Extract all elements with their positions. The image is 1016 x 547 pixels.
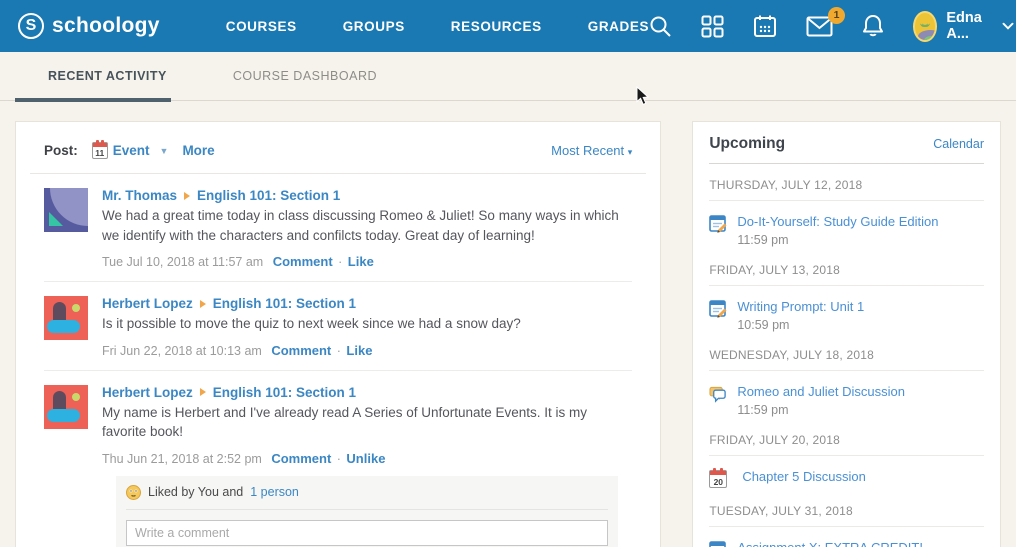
date-header: FRIDAY, JULY 20, 2018 [709,419,984,456]
breadcrumb-arrow-icon [184,191,191,200]
event-title-link[interactable]: Assignment X: EXTRA CREDIT! [737,540,923,547]
date-header: WEDNESDAY, JULY 18, 2018 [709,334,984,371]
event-time: 11:59 pm [737,233,789,247]
event-title-link[interactable]: Romeo and Juliet Discussion [737,384,905,399]
breadcrumb-arrow-icon [199,299,206,308]
breadcrumb-arrow-icon [199,388,206,397]
date-header: FRIDAY, JULY 13, 2018 [709,249,984,286]
post-label: Post: [44,143,78,158]
search-icon[interactable] [649,15,672,38]
liked-by-count-link[interactable]: 1 person [250,485,299,499]
event-title-link[interactable]: Do-It-Yourself: Study Guide Edition [737,214,938,229]
post-text: Is it possible to move the quiz to next … [102,316,521,332]
like-link[interactable]: Like [348,254,374,269]
author-link[interactable]: Herbert Lopez [102,296,193,311]
feed-post: Herbert Lopez English 101: Section 1 My … [44,371,632,547]
post-event-link[interactable]: Event [113,143,150,158]
event-title-link[interactable]: Writing Prompt: Unit 1 [737,299,864,314]
date-header: TUESDAY, JULY 31, 2018 [709,490,984,527]
post-text: My name is Herbert and I've already read… [102,404,588,440]
calendar-link[interactable]: Calendar [933,137,984,151]
messages-badge: 1 [828,6,846,24]
active-tab-indicator [15,98,171,102]
tab-recent-activity[interactable]: RECENT ACTIVITY [15,52,200,100]
like-link[interactable]: Like [346,343,372,358]
author-link[interactable]: Mr. Thomas [102,188,177,203]
post-timestamp: Tue Jul 10, 2018 at 11:57 am [102,255,264,270]
schoology-s-icon: S [18,13,44,39]
event-time: 10:59 pm [737,318,790,332]
nav-item-grades[interactable]: GRADES [588,19,649,34]
assignment-icon [709,300,727,318]
post-more-link[interactable]: More [182,143,214,158]
upcoming-event: Assignment X: EXTRA CREDIT! [709,527,984,547]
comment-link[interactable]: Comment [271,451,331,466]
calendar-icon[interactable] [753,14,777,38]
brand-name: schoology [52,14,160,37]
chevron-down-icon [1002,22,1014,30]
author-avatar[interactable] [44,384,88,429]
tab-bar: RECENT ACTIVITY COURSE DASHBOARD [0,52,1016,102]
comment-section: Liked by You and 1 person [116,475,619,547]
author-link[interactable]: Herbert Lopez [102,385,193,400]
user-name: Edna A... [946,10,982,42]
top-navbar: S schoology COURSES GROUPS RESOURCES GRA… [0,0,1016,52]
calendar-day-icon: 20 [709,468,728,488]
upcoming-event: Do-It-Yourself: Study Guide Edition 11:5… [709,201,984,249]
apps-grid-icon[interactable] [701,15,724,38]
upcoming-title: Upcoming [709,135,786,152]
date-header: THURSDAY, JULY 12, 2018 [709,164,984,201]
event-calendar-icon: 11 [91,140,108,159]
course-link[interactable]: English 101: Section 1 [213,385,356,400]
upcoming-event: Romeo and Juliet Discussion 11:59 pm [709,371,984,419]
nav-item-groups[interactable]: GROUPS [343,19,405,34]
event-dropdown-caret[interactable]: ▼ [160,146,169,156]
post-text: We had a great time today in class discu… [102,208,619,243]
unlike-link[interactable]: Unlike [346,451,385,466]
event-title-link[interactable]: Chapter 5 Discussion [742,469,866,484]
feed-post: Mr. Thomas English 101: Section 1 We had… [44,174,633,283]
assignment-alert-icon [709,541,727,547]
primary-nav: COURSES GROUPS RESOURCES GRADES [226,19,649,34]
upcoming-event: 20 Chapter 5 Discussion [709,456,984,490]
assignment-icon [709,215,727,233]
tab-course-dashboard[interactable]: COURSE DASHBOARD [200,52,410,100]
author-avatar[interactable] [44,188,88,232]
nav-item-resources[interactable]: RESOURCES [451,19,542,34]
user-menu[interactable]: Edna A... [913,10,1014,42]
schoology-logo[interactable]: S schoology [18,13,160,39]
liked-by-text: Liked by You and [148,485,244,500]
recent-activity-feed: Post: 11 Event ▼ More Most Recent ▾ Mr. … [15,121,662,547]
user-avatar [913,10,938,42]
sort-selector[interactable]: Most Recent ▾ [551,143,632,158]
course-link[interactable]: English 101: Section 1 [197,188,340,203]
upcoming-event: Writing Prompt: Unit 1 10:59 pm [709,286,984,334]
write-comment-input[interactable] [126,519,609,546]
emoji-face-icon [126,484,141,500]
feed-post: Herbert Lopez English 101: Section 1 Is … [44,282,633,371]
post-timestamp: Fri Jun 22, 2018 at 10:13 am [102,343,262,358]
comment-link[interactable]: Comment [273,254,333,269]
event-time: 11:59 pm [737,403,789,417]
post-composer-bar: Post: 11 Event ▼ More Most Recent ▾ [30,135,647,174]
messages-icon[interactable]: 1 [806,6,846,37]
course-link[interactable]: English 101: Section 1 [213,296,356,311]
author-avatar[interactable] [44,296,88,341]
nav-item-courses[interactable]: COURSES [226,19,297,34]
notifications-icon[interactable] [862,14,884,38]
comment-link[interactable]: Comment [271,343,331,358]
sort-caret-icon: ▾ [627,147,633,157]
post-timestamp: Thu Jun 21, 2018 at 2:52 pm [102,451,262,466]
upcoming-panel: Upcoming Calendar THURSDAY, JULY 12, 201… [692,121,1001,547]
discussion-icon [709,386,727,403]
